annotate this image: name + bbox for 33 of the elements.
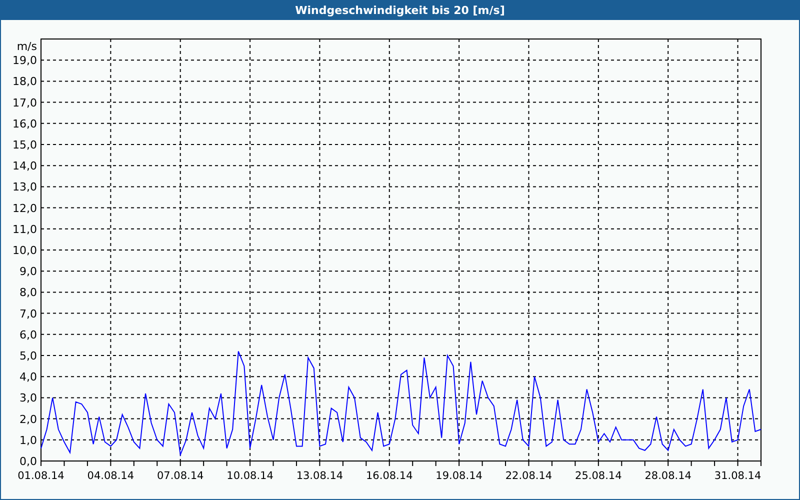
y-tick-label: 0,0 xyxy=(20,455,37,468)
x-tick-label: 01.08.14 xyxy=(18,470,64,482)
y-tick-label: 8,0 xyxy=(20,286,37,300)
x-tick-label: 28.08.14 xyxy=(644,470,692,482)
y-tick-label: 17,0 xyxy=(12,96,37,110)
y-tick-label: 13,0 xyxy=(12,180,37,194)
y-tick-label: 16,0 xyxy=(12,117,37,130)
y-tick-label: 14,0 xyxy=(12,160,37,173)
window-title: Windgeschwindigkeit bis 20 [m/s] xyxy=(295,4,505,16)
x-tick-label: 13.08.14 xyxy=(296,470,344,482)
x-tick-label: 07.08.14 xyxy=(156,470,204,482)
y-tick-label: 4,0 xyxy=(20,370,37,384)
y-tick-label: 1,0 xyxy=(20,434,37,447)
y-tick-label: 5,0 xyxy=(20,350,37,362)
y-tick-label: 11,0 xyxy=(12,222,37,236)
x-tick-label: 19.08.14 xyxy=(436,470,482,482)
y-axis-label: m/s xyxy=(16,40,37,53)
x-tick-label: 31.08.14 xyxy=(714,470,762,482)
y-tick-label: 12,0 xyxy=(12,202,37,215)
y-tick-label: 2,0 xyxy=(20,412,37,426)
x-tick-label: 16.08.14 xyxy=(366,470,413,482)
x-tick-label: 25.08.14 xyxy=(575,470,622,482)
x-tick-label: 22.08.14 xyxy=(505,470,552,482)
x-tick-label: 04.08.14 xyxy=(87,470,134,482)
y-tick-label: 19,0 xyxy=(12,54,37,68)
y-tick-label: 6,0 xyxy=(20,328,37,342)
y-tick-label: 15,0 xyxy=(12,138,37,152)
y-tick-label: 3,0 xyxy=(20,392,37,405)
y-tick-label: 18,0 xyxy=(12,75,37,88)
y-tick-label: 7,0 xyxy=(20,307,37,320)
y-tick-label: 10,0 xyxy=(12,244,37,257)
x-tick-label: 10.08.14 xyxy=(226,470,274,482)
y-tick-label: 9,0 xyxy=(20,265,37,278)
